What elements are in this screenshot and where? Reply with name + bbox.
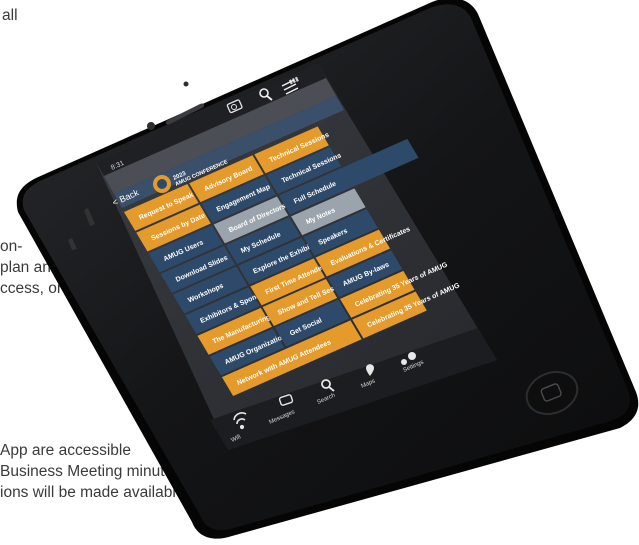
sensor <box>183 81 189 87</box>
front-camera <box>147 122 155 130</box>
amug-logo <box>153 175 171 193</box>
phone-mockup: 8:31 ▮▮▮ < Back 2023 AMUG CONFERENCE Req… <box>0 0 639 540</box>
